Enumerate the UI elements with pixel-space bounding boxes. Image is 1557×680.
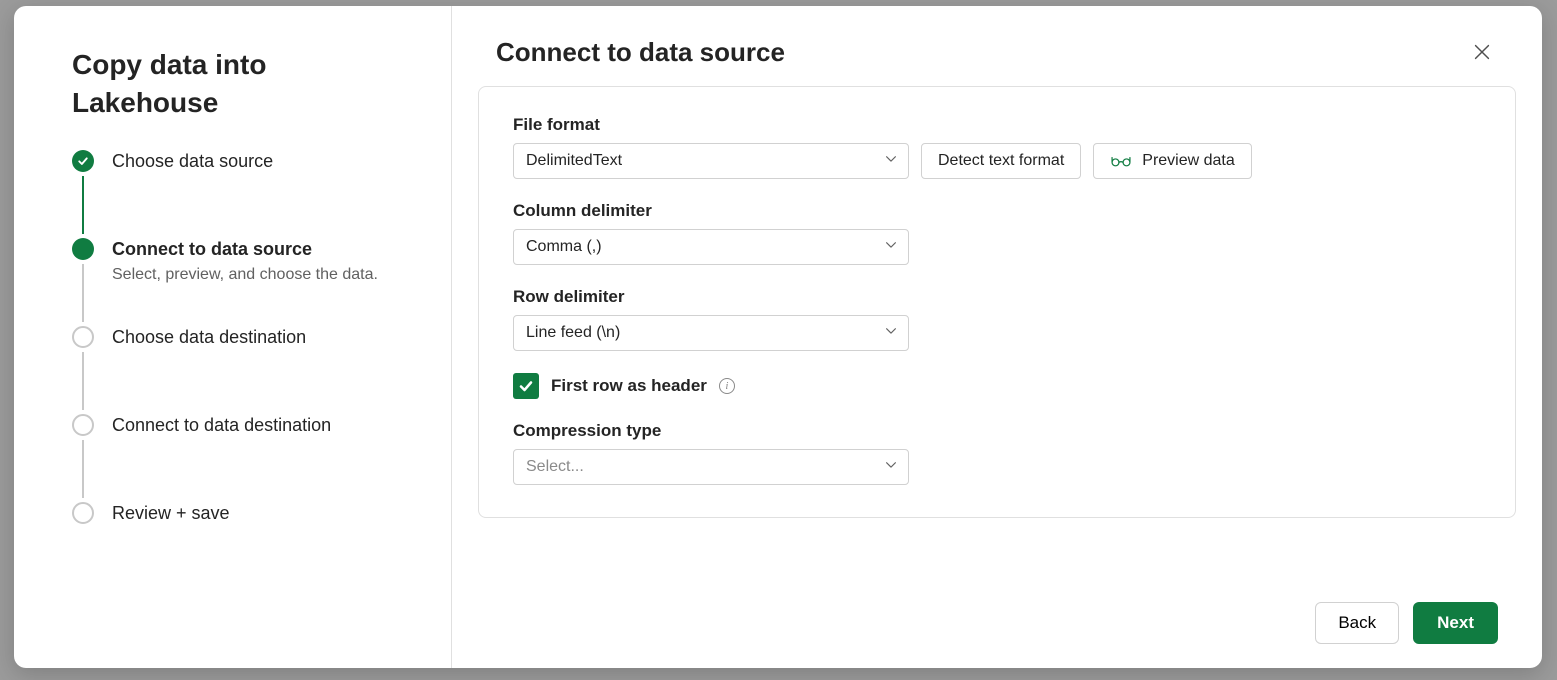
row-delimiter-label: Row delimiter xyxy=(513,287,1481,307)
page-title: Connect to data source xyxy=(496,37,785,68)
step-label: Choose data destination xyxy=(112,326,306,348)
wizard-title: Copy data into Lakehouse xyxy=(72,46,411,122)
info-icon[interactable]: i xyxy=(719,378,735,394)
row-delimiter-select[interactable]: Line feed (\n) xyxy=(513,315,909,351)
file-format-select[interactable]: DelimitedText xyxy=(513,143,909,179)
step-choose-data-source[interactable]: Choose data source xyxy=(72,150,411,238)
chevron-down-icon xyxy=(884,324,898,343)
step-connect-data-source[interactable]: Connect to data source Select, preview, … xyxy=(72,238,411,326)
step-bullet-upcoming-icon xyxy=(72,502,94,524)
close-icon xyxy=(1471,41,1493,63)
column-delimiter-select[interactable]: Comma (,) xyxy=(513,229,909,265)
wizard-steps: Choose data source Connect to data sourc… xyxy=(72,150,411,524)
compression-type-placeholder: Select... xyxy=(526,458,584,476)
detect-text-format-button[interactable]: Detect text format xyxy=(921,143,1081,179)
form-panel[interactable]: File format DelimitedText Detect text fo… xyxy=(478,86,1516,518)
close-button[interactable] xyxy=(1466,36,1498,68)
wizard-footer: Back Next xyxy=(452,582,1542,668)
row-delimiter-value: Line feed (\n) xyxy=(526,324,620,342)
checkmark-icon xyxy=(72,150,94,172)
first-row-header-checkbox[interactable] xyxy=(513,373,539,399)
step-label: Choose data source xyxy=(112,150,273,172)
step-bullet-upcoming-icon xyxy=(72,326,94,348)
step-bullet-current-icon xyxy=(72,238,94,260)
main-header: Connect to data source xyxy=(452,6,1542,86)
chevron-down-icon xyxy=(884,152,898,171)
next-button[interactable]: Next xyxy=(1413,602,1498,644)
step-connect-data-destination[interactable]: Connect to data destination xyxy=(72,414,411,502)
compression-type-select[interactable]: Select... xyxy=(513,449,909,485)
chevron-down-icon xyxy=(884,458,898,477)
glasses-icon xyxy=(1110,153,1132,169)
wizard-main: Connect to data source File format Delim… xyxy=(452,6,1542,668)
file-format-label: File format xyxy=(513,115,1481,135)
wizard-sidebar: Copy data into Lakehouse Choose data sou… xyxy=(14,6,452,668)
step-connector xyxy=(82,352,84,410)
checkmark-icon xyxy=(518,378,534,394)
wizard-dialog: Copy data into Lakehouse Choose data sou… xyxy=(14,6,1542,668)
step-choose-data-destination[interactable]: Choose data destination xyxy=(72,326,411,414)
compression-type-label: Compression type xyxy=(513,421,1481,441)
step-review-save[interactable]: Review + save xyxy=(72,502,411,524)
step-bullet-upcoming-icon xyxy=(72,414,94,436)
step-label: Review + save xyxy=(112,502,230,524)
step-connector xyxy=(82,176,84,234)
chevron-down-icon xyxy=(884,238,898,257)
preview-data-button[interactable]: Preview data xyxy=(1093,143,1252,179)
step-label: Connect to data source xyxy=(112,238,378,260)
column-delimiter-value: Comma (,) xyxy=(526,238,602,256)
first-row-header-label: First row as header xyxy=(551,376,707,396)
file-format-value: DelimitedText xyxy=(526,152,622,170)
step-connector xyxy=(82,264,84,322)
step-sublabel: Select, preview, and choose the data. xyxy=(112,266,378,284)
back-button[interactable]: Back xyxy=(1315,602,1399,644)
step-label: Connect to data destination xyxy=(112,414,331,436)
column-delimiter-label: Column delimiter xyxy=(513,201,1481,221)
step-connector xyxy=(82,440,84,498)
